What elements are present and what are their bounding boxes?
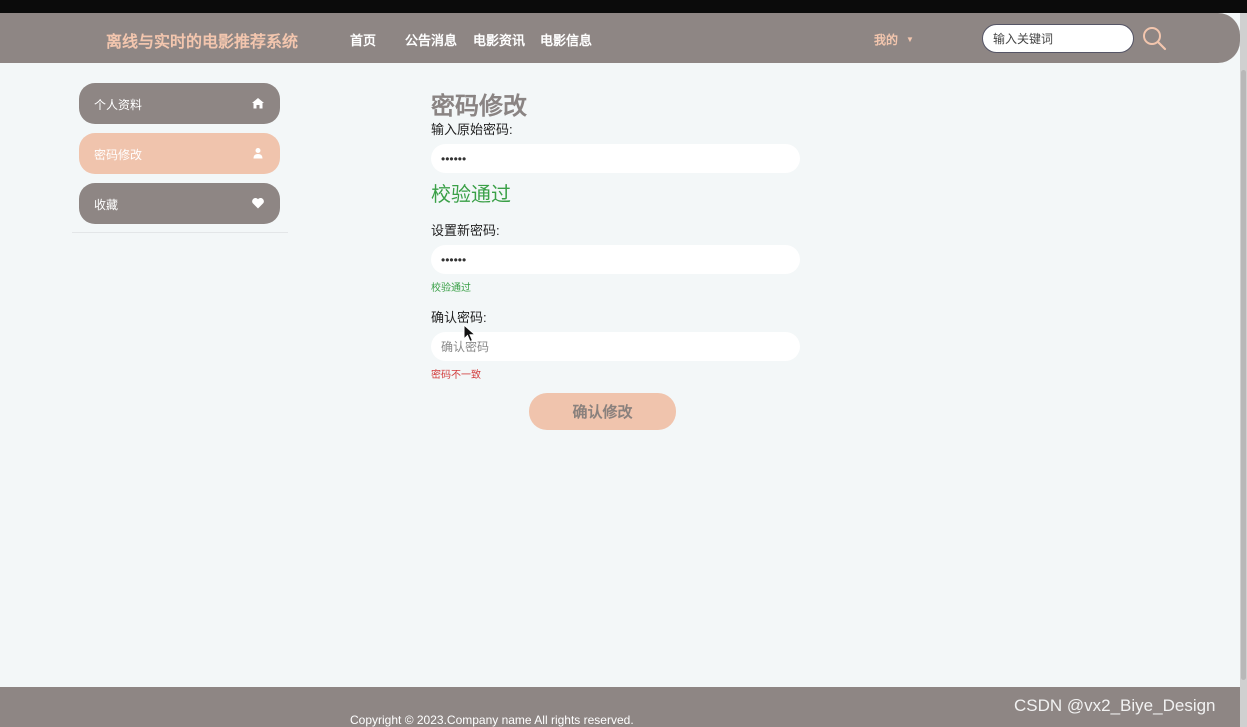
old-password-label: 输入原始密码: [431,122,513,137]
caret-down-icon: ▼ [906,35,914,44]
window-top-strip [0,0,1247,13]
page-scrollbar-thumb[interactable] [1241,70,1246,680]
top-navbar: 离线与实时的电影推荐系统 首页 公告消息 电影资讯 电影信息 我的 ▼ [0,13,1240,63]
nav-home[interactable]: 首页 [350,30,376,49]
search-input[interactable] [982,24,1134,53]
page-title: 密码修改 [431,93,527,120]
confirm-password-label: 确认密码: [431,310,487,325]
confirm-change-button[interactable]: 确认修改 [529,393,676,430]
sidebar-item-label: 密码修改 [94,148,143,162]
nav-movie-news[interactable]: 电影资讯 [473,30,525,49]
site-brand[interactable]: 离线与实时的电影推荐系统 [106,28,298,52]
nav-my-label: 我的 [874,33,899,47]
old-password-status: 校验通过 [431,184,511,206]
new-password-status: 校验通过 [431,283,471,294]
old-password-field[interactable] [431,144,800,173]
confirm-password-error: 密码不一致 [431,370,481,381]
new-password-field[interactable] [431,245,800,274]
new-password-label: 设置新密码: [431,223,500,238]
sidebar-divider [72,232,288,233]
search-icon[interactable] [1141,25,1167,51]
user-icon [253,148,263,159]
sidebar-item-favorites[interactable]: 收藏 [79,183,280,224]
copyright-text: Copyright © 2023.Company name All rights… [350,713,634,727]
watermark-text: CSDN @vx2_Biye_Design [1014,696,1216,715]
sidebar-item-profile[interactable]: 个人资料 [79,83,280,124]
confirm-password-field[interactable] [431,332,800,361]
mouse-cursor-icon [463,324,477,343]
nav-my-menu[interactable]: 我的 ▼ [874,31,914,48]
heart-icon [252,198,264,209]
nav-movie-info[interactable]: 电影信息 [540,30,592,49]
sidebar-item-label: 收藏 [94,198,119,212]
home-icon [252,98,264,109]
sidebar-item-password[interactable]: 密码修改 [79,133,280,174]
nav-announcements[interactable]: 公告消息 [405,30,457,49]
sidebar-item-label: 个人资料 [94,98,143,112]
